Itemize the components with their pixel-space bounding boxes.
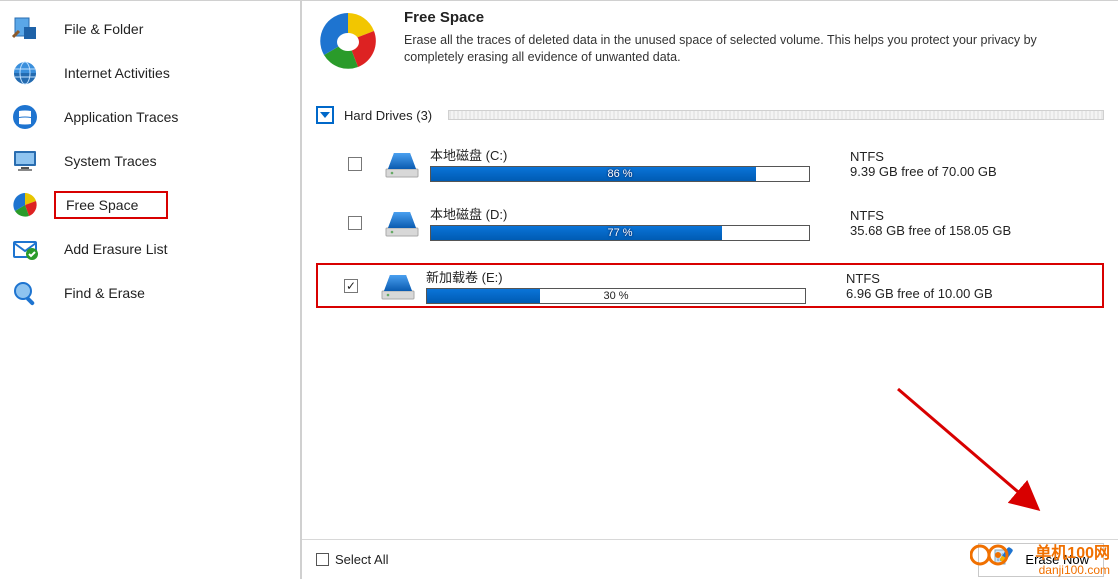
drive-checkbox[interactable] (348, 157, 362, 171)
drive-name: 本地磁盘 (C:) (430, 145, 822, 164)
drive-free-space: 6.96 GB free of 10.00 GB (846, 286, 993, 301)
section-divider (448, 110, 1104, 120)
drive-row: 本地磁盘 (D:) 77 % NTFS35.68 GB free of 158.05… (316, 204, 1104, 241)
erase-now-label: Erase Now (1025, 552, 1089, 567)
usage-percent: 86 % (431, 168, 809, 180)
drive-checkbox[interactable]: ✓ (344, 279, 358, 293)
usage-bar: 30 % (426, 288, 806, 304)
sidebar-item-find-erase[interactable]: Find & Erase (0, 271, 300, 315)
sidebar-item-label: Find & Erase (64, 285, 145, 301)
sidebar-item-label: Free Space (66, 197, 138, 213)
page-header: Free Space Erase all the traces of delet… (302, 1, 1118, 103)
drive-name: 新加载卷 (E:) (426, 267, 818, 286)
select-all-checkbox[interactable] (316, 553, 329, 566)
sidebar-item-label: File & Folder (64, 21, 143, 37)
sidebar: File & Folder Internet Activities Applic… (0, 1, 302, 579)
collapse-toggle[interactable] (316, 106, 334, 124)
sidebar-item-label: Add Erasure List (64, 241, 168, 257)
drive-free-space: 9.39 GB free of 70.00 GB (850, 164, 997, 179)
search-icon (10, 278, 40, 308)
usage-bar: 86 % (430, 166, 810, 182)
page-description: Erase all the traces of deleted data in … (404, 32, 1084, 66)
section-hard-drives: Hard Drives (3) (302, 103, 1118, 127)
section-label: Hard Drives (3) (344, 108, 432, 123)
select-all-label[interactable]: Select All (335, 552, 388, 567)
page-title: Free Space (404, 9, 1084, 26)
file-folder-icon (10, 14, 40, 44)
drive-filesystem: NTFS (850, 208, 1011, 223)
sidebar-item-add-erasure-list[interactable]: Add Erasure List (0, 227, 300, 271)
windows-icon (10, 102, 40, 132)
usage-bar: 77 % (430, 225, 810, 241)
erase-now-button[interactable]: 101010 Erase Now (978, 543, 1104, 577)
sidebar-item-application-traces[interactable]: Application Traces (0, 95, 300, 139)
globe-icon (10, 58, 40, 88)
drive-row: ✓ 新加载卷 (E:) 30 % NTFS6.96 GB free of 10.00 … (316, 263, 1104, 308)
sidebar-item-label: System Traces (64, 153, 157, 169)
drive-filesystem: NTFS (846, 271, 993, 286)
drive-filesystem: NTFS (850, 149, 997, 164)
annotation-arrow (888, 379, 1058, 529)
sidebar-item-free-space[interactable]: Free Space (0, 183, 300, 227)
monitor-icon (10, 146, 40, 176)
drive-free-space: 35.68 GB free of 158.05 GB (850, 223, 1011, 238)
hard-drive-icon (384, 149, 420, 179)
footer-bar: Select All 101010 Erase Now (302, 539, 1118, 579)
pie-icon (10, 190, 40, 220)
usage-percent: 30 % (427, 290, 805, 302)
sidebar-item-file-folder[interactable]: File & Folder (0, 7, 300, 51)
mail-checked-icon (10, 234, 40, 264)
drive-name: 本地磁盘 (D:) (430, 204, 822, 223)
sidebar-item-label: Application Traces (64, 109, 178, 125)
sidebar-item-system-traces[interactable]: System Traces (0, 139, 300, 183)
sidebar-item-label: Internet Activities (64, 65, 170, 81)
hard-drive-icon (380, 271, 416, 301)
sidebar-item-internet-activities[interactable]: Internet Activities (0, 51, 300, 95)
main-panel: Free Space Erase all the traces of delet… (302, 1, 1118, 579)
drive-checkbox[interactable] (348, 216, 362, 230)
free-space-icon (316, 9, 380, 73)
eraser-icon: 101010 (993, 546, 1017, 573)
drive-row: 本地磁盘 (C:) 86 % NTFS9.39 GB free of 70.00 G… (316, 145, 1104, 182)
drive-list: 本地磁盘 (C:)86 %NTFS9.39 GB free of 70.00 G… (302, 127, 1118, 322)
usage-percent: 77 % (431, 227, 809, 239)
hard-drive-icon (384, 208, 420, 238)
